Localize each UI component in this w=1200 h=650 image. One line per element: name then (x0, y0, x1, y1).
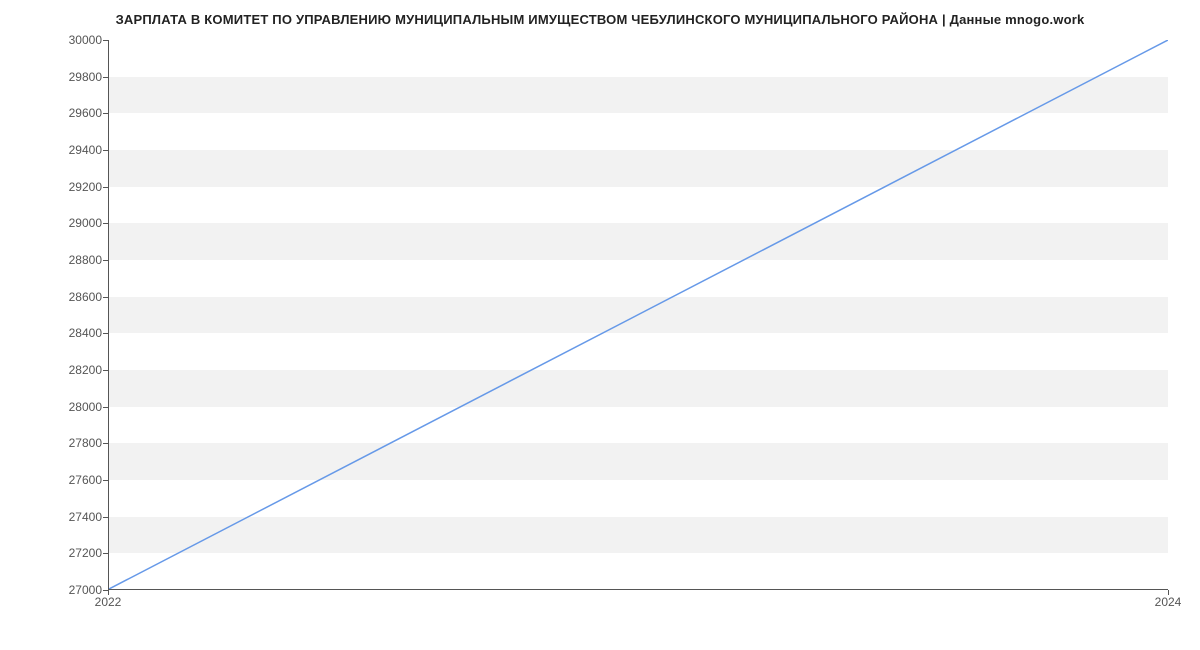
y-tick-mark (103, 333, 108, 334)
y-tick-label: 29600 (42, 106, 102, 120)
grid-band (109, 223, 1168, 260)
y-tick-mark (103, 480, 108, 481)
y-tick-mark (103, 297, 108, 298)
y-tick-mark (103, 407, 108, 408)
y-tick-label: 29200 (42, 180, 102, 194)
y-tick-mark (103, 553, 108, 554)
grid-band (109, 443, 1168, 480)
y-tick-label: 28200 (42, 363, 102, 377)
y-tick-mark (103, 443, 108, 444)
y-tick-label: 28000 (42, 400, 102, 414)
y-tick-label: 29400 (42, 143, 102, 157)
grid-band (109, 77, 1168, 114)
grid-band (109, 370, 1168, 407)
grid-band (109, 517, 1168, 554)
y-tick-mark (103, 187, 108, 188)
y-tick-mark (103, 150, 108, 151)
y-tick-label: 29800 (42, 70, 102, 84)
y-tick-mark (103, 77, 108, 78)
grid-band (109, 150, 1168, 187)
y-tick-mark (103, 40, 108, 41)
y-tick-label: 28600 (42, 290, 102, 304)
x-tick-mark (108, 590, 109, 595)
y-tick-label: 29000 (42, 216, 102, 230)
y-tick-label: 30000 (42, 33, 102, 47)
y-tick-label: 27200 (42, 546, 102, 560)
y-tick-mark (103, 113, 108, 114)
x-tick-label: 2022 (95, 595, 122, 609)
y-tick-label: 28400 (42, 326, 102, 340)
y-tick-mark (103, 370, 108, 371)
plot-area (108, 40, 1168, 590)
y-tick-label: 27000 (42, 583, 102, 597)
y-tick-label: 28800 (42, 253, 102, 267)
y-tick-mark (103, 517, 108, 518)
y-tick-label: 27600 (42, 473, 102, 487)
grid-band (109, 297, 1168, 334)
chart-title: ЗАРПЛАТА В КОМИТЕТ ПО УПРАВЛЕНИЮ МУНИЦИП… (0, 12, 1200, 27)
x-tick-label: 2024 (1155, 595, 1182, 609)
y-tick-mark (103, 260, 108, 261)
y-tick-label: 27400 (42, 510, 102, 524)
x-tick-mark (1168, 590, 1169, 595)
y-tick-label: 27800 (42, 436, 102, 450)
y-tick-mark (103, 223, 108, 224)
